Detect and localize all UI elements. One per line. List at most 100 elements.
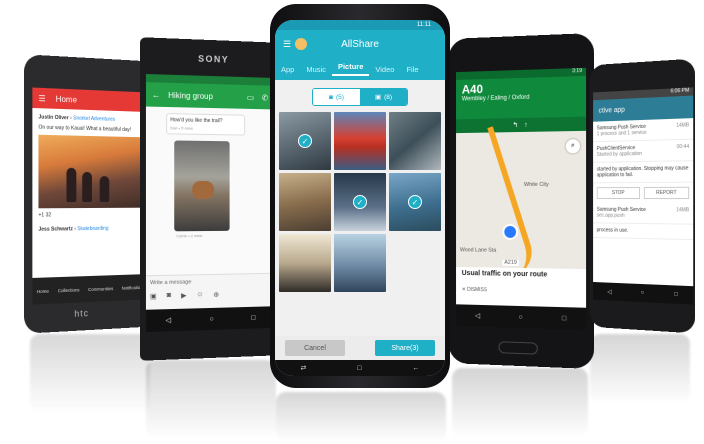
nav-home-icon[interactable]: ○ bbox=[641, 290, 644, 296]
nav-recents-icon[interactable]: ⇄ bbox=[300, 364, 306, 372]
nav-back-icon[interactable]: ◁ bbox=[607, 288, 611, 295]
camera-icon[interactable]: ◙ bbox=[167, 292, 171, 300]
running-apps-screen: 6:06 PM ctive app 14MB Samsung Push Serv… bbox=[593, 87, 694, 305]
photo-tile[interactable] bbox=[334, 112, 386, 170]
process-row[interactable]: 14MB Samsung Push Service 1 process and … bbox=[593, 118, 694, 143]
post-author[interactable]: Justin Oliver bbox=[38, 114, 68, 121]
reflection-htc bbox=[30, 334, 150, 414]
cancel-button[interactable]: Cancel bbox=[285, 340, 345, 356]
road-shield: A219 bbox=[502, 259, 519, 266]
nav-header: A40 Wembley / Ealing / Oxford bbox=[456, 75, 587, 120]
photo-tile[interactable]: ✓ bbox=[334, 173, 386, 231]
nav-back-icon[interactable]: ◁ bbox=[475, 312, 480, 320]
gallery-icon: ▣ bbox=[374, 94, 382, 101]
lane-straight-icon: ↑ bbox=[524, 121, 528, 129]
sony-title: Hiking group bbox=[168, 90, 213, 101]
nav-home-icon[interactable]: □ bbox=[357, 365, 361, 372]
tab-video[interactable]: Video bbox=[369, 65, 400, 74]
action-bar: Cancel Share(3) bbox=[275, 336, 445, 360]
post-likes: +1 32 bbox=[38, 212, 52, 219]
process-description: started by application. Stopping may cau… bbox=[593, 161, 694, 184]
report-button[interactable]: REPORT bbox=[643, 186, 690, 200]
video-call-icon[interactable]: ▭ bbox=[247, 92, 254, 101]
post-group[interactable]: Snorkel Adventures bbox=[73, 115, 115, 122]
sony-screen: ← Hiking group ▭ ✆ How'd you like the tr… bbox=[145, 74, 274, 333]
tab-music[interactable]: Music bbox=[300, 65, 332, 74]
process-row[interactable]: 14MB Samsung Push Service sec.app.push bbox=[593, 202, 694, 225]
nav-recents-icon[interactable]: □ bbox=[562, 315, 566, 322]
chat-image[interactable] bbox=[174, 140, 230, 232]
screen-title: ctive app bbox=[598, 106, 625, 115]
message-composer: Write a message ▣ ◙ ▶ ☺ ⊕ bbox=[145, 272, 274, 310]
search-icon[interactable]: ⌕ bbox=[565, 139, 580, 154]
check-icon: ✓ bbox=[298, 134, 312, 148]
nav-recents-icon[interactable]: □ bbox=[251, 314, 255, 321]
status-time: 11:11 bbox=[416, 22, 431, 28]
post-header-2: Jess Schwartz › Skateboarding bbox=[38, 225, 109, 233]
status-bar: 11:11 bbox=[275, 20, 445, 30]
toggle-gallery[interactable]: ▣ (8) bbox=[360, 89, 407, 105]
map-label: Wood Lane Sta bbox=[459, 247, 497, 254]
nav-back-icon[interactable]: ← bbox=[412, 365, 419, 372]
photo-tile[interactable] bbox=[279, 173, 331, 231]
right-phone: 6:06 PM ctive app 14MB Samsung Push Serv… bbox=[589, 58, 696, 334]
nav-communities[interactable]: Communities bbox=[88, 286, 113, 292]
tab-file[interactable]: File bbox=[400, 65, 424, 74]
map-view[interactable]: White City Wood Lane Sta A219 ⌕ bbox=[456, 126, 587, 277]
htc-logo: htc bbox=[74, 308, 90, 319]
photo-tile[interactable]: ✓ bbox=[279, 112, 331, 170]
post-author-2[interactable]: Jess Schwartz bbox=[38, 226, 72, 233]
video-icon[interactable]: ▶ bbox=[181, 292, 186, 300]
menu-icon[interactable]: ☰ bbox=[283, 39, 291, 50]
avatar[interactable] bbox=[295, 38, 307, 50]
route-line bbox=[468, 126, 539, 277]
photo-tile[interactable] bbox=[334, 234, 386, 292]
home-key[interactable] bbox=[498, 341, 538, 355]
nav-home[interactable]: Home bbox=[37, 288, 49, 294]
location-icon[interactable]: ⊕ bbox=[213, 291, 219, 299]
reflection-sony bbox=[146, 360, 276, 440]
menu-icon[interactable]: ☰ bbox=[38, 93, 45, 102]
reflection-maps bbox=[452, 368, 588, 438]
htc-post[interactable]: Justin Oliver › Snorkel Adventures On ou… bbox=[32, 108, 148, 239]
camera-count: (5) bbox=[335, 93, 344, 101]
tab-picture[interactable]: Picture bbox=[331, 62, 370, 76]
check-icon: ✓ bbox=[408, 195, 422, 209]
process-size: 14MB bbox=[676, 122, 690, 129]
dismiss-label: DISMISS bbox=[467, 286, 487, 294]
back-arrow-icon[interactable]: ← bbox=[152, 90, 160, 99]
photo-tile[interactable]: ✓ bbox=[389, 173, 441, 231]
process-row[interactable]: 00:44 PushClientService Started by appli… bbox=[593, 139, 694, 163]
nav-recents-icon[interactable]: □ bbox=[674, 291, 678, 297]
photo-tile[interactable] bbox=[389, 112, 441, 170]
phone-icon[interactable]: ✆ bbox=[262, 93, 268, 102]
nav-home-icon[interactable]: ○ bbox=[518, 313, 522, 320]
post-photo[interactable] bbox=[38, 134, 144, 209]
image-icon[interactable]: ▣ bbox=[150, 292, 157, 300]
htc-title: Home bbox=[55, 94, 77, 105]
sticker-icon[interactable]: ☺ bbox=[196, 291, 203, 299]
share-button[interactable]: Share(3) bbox=[375, 340, 435, 356]
source-toggle: ◙ (5) ▣ (8) bbox=[312, 88, 408, 106]
tab-app[interactable]: App bbox=[275, 65, 300, 74]
traffic-title: Usual traffic on your route bbox=[461, 269, 548, 279]
dismiss-button[interactable]: ✕ DISMISS bbox=[462, 287, 580, 296]
person-figure bbox=[99, 176, 110, 202]
lane-left-icon: ↰ bbox=[512, 122, 519, 130]
post-group-2[interactable]: Skateboarding bbox=[77, 226, 108, 232]
htc-bottom-nav: Home Collections Communities Notificatio… bbox=[32, 274, 149, 305]
nav-back-icon[interactable]: ◁ bbox=[166, 316, 171, 324]
composer-tools: ▣ ◙ ▶ ☺ ⊕ bbox=[150, 290, 270, 300]
nav-collections[interactable]: Collections bbox=[58, 287, 80, 293]
maps-system-nav: ◁ ○ □ bbox=[456, 304, 587, 331]
maps-phone: 3:19 A40 Wembley / Ealing / Oxford ↰ ↑ W… bbox=[448, 32, 595, 370]
map-label: White City bbox=[523, 181, 549, 188]
stop-button[interactable]: STOP bbox=[596, 187, 641, 199]
post-text: On our way to Kauai! What a beautiful da… bbox=[38, 124, 132, 134]
gallery-count: (8) bbox=[384, 93, 393, 101]
sony-app-bar: ← Hiking group ▭ ✆ bbox=[145, 82, 274, 110]
toggle-camera[interactable]: ◙ (5) bbox=[313, 89, 360, 105]
photo-tile[interactable] bbox=[279, 234, 331, 292]
message-input[interactable]: Write a message bbox=[150, 278, 270, 286]
nav-home-icon[interactable]: ○ bbox=[209, 315, 213, 322]
